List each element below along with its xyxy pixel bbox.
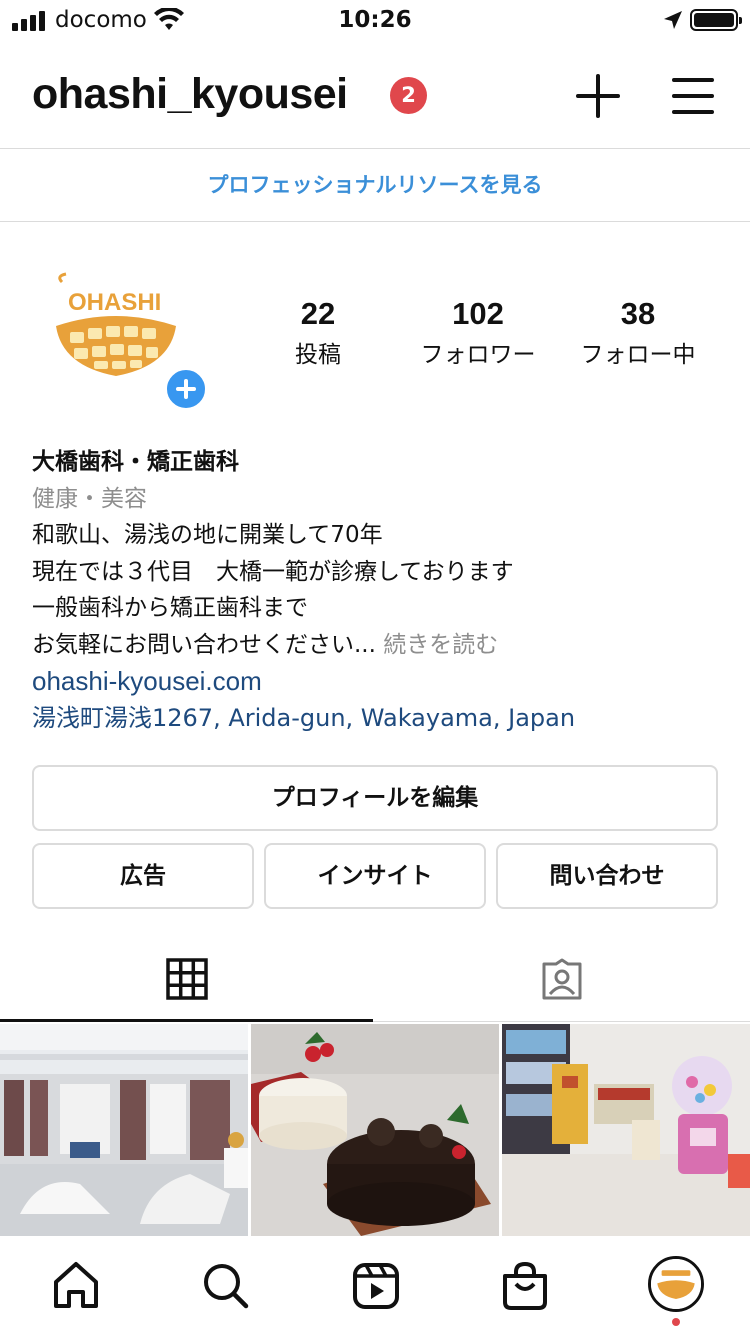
bio-line: 一般歯科から矯正歯科まで — [32, 595, 308, 621]
posts-stat[interactable]: 22 投稿 — [238, 296, 398, 369]
instagram-profile-screen: docomo 10:26 ohashi_kyousei 2 プロフェッショナルリ… — [0, 0, 750, 1334]
following-stat[interactable]: 38 フォロー中 — [558, 296, 718, 369]
battery-icon — [690, 9, 742, 31]
read-more-link[interactable]: 続きを読む — [383, 632, 498, 658]
following-label: フォロー中 — [580, 342, 696, 368]
location-arrow-icon — [664, 11, 682, 29]
grid-icon — [166, 958, 208, 1000]
profile-tabs — [0, 940, 750, 1022]
bio-line: お気軽にお問い合わせください... — [32, 631, 376, 658]
profile-notification-dot — [672, 1318, 680, 1326]
posts-label: 投稿 — [295, 342, 341, 368]
bio-line: 和歌山、湯浅の地に開業して70年 — [32, 522, 383, 548]
bio-line: 現在では３代目 大橋一範が診療しております — [32, 558, 514, 585]
bio-line-last: お気軽にお問い合わせください... 続きを読む — [32, 627, 732, 664]
edit-profile-button[interactable]: プロフィールを編集 — [32, 765, 718, 831]
category-label: 健康・美容 — [32, 485, 147, 512]
search-icon[interactable] — [198, 1258, 254, 1314]
profile-avatar-icon[interactable] — [648, 1256, 704, 1312]
tab-posts-grid[interactable] — [0, 940, 373, 1022]
add-story-button[interactable] — [164, 367, 208, 411]
ads-button[interactable]: 広告 — [32, 843, 254, 909]
status-bar: docomo 10:26 — [0, 0, 750, 40]
reels-icon[interactable] — [348, 1258, 404, 1314]
following-count: 38 — [620, 296, 656, 331]
contact-button[interactable]: 問い合わせ — [496, 843, 718, 909]
posts-grid — [0, 1024, 750, 1236]
status-time: 10:26 — [338, 7, 412, 33]
post-thumbnail-cakes[interactable] — [251, 1024, 499, 1236]
professional-resources-link[interactable]: プロフェッショナルリソースを見る — [0, 148, 750, 222]
post-thumbnail-clinic[interactable] — [0, 1024, 248, 1236]
menu-button[interactable] — [672, 78, 714, 114]
followers-count: 102 — [452, 296, 504, 331]
ohashi-mini-logo-icon — [651, 1259, 701, 1309]
home-icon[interactable] — [48, 1258, 104, 1314]
username[interactable]: ohashi_kyousei — [32, 70, 348, 119]
logo-text: OHASHI — [68, 289, 161, 316]
display-name: 大橋歯科・矯正歯科 — [32, 449, 239, 475]
followers-stat[interactable]: 102 フォロワー — [398, 296, 558, 369]
notification-badge[interactable]: 2 — [390, 77, 427, 114]
tab-tagged[interactable] — [377, 940, 750, 1022]
cakes-photo — [251, 1024, 499, 1236]
insights-button[interactable]: インサイト — [264, 843, 486, 909]
post-thumbnail-kids-corner[interactable] — [502, 1024, 750, 1236]
profile-bio: 大橋歯科・矯正歯科 健康・美容 和歌山、湯浅の地に開業して70年 現在では３代目… — [32, 444, 732, 736]
posts-count: 22 — [300, 296, 336, 331]
bottom-navigation — [0, 1236, 750, 1334]
tagged-icon — [542, 958, 582, 1000]
website-link[interactable]: ohashi-kyousei.com — [32, 663, 732, 700]
clinic-photo — [0, 1024, 248, 1236]
shop-icon[interactable] — [497, 1258, 553, 1314]
address-link[interactable]: 湯浅町湯浅1267, Arida-gun, Wakayama, Japan — [32, 700, 732, 737]
create-post-button[interactable] — [576, 74, 620, 118]
kids-corner-photo — [502, 1024, 750, 1236]
followers-label: フォロワー — [420, 342, 536, 368]
profile-header: ohashi_kyousei 2 — [0, 58, 750, 138]
